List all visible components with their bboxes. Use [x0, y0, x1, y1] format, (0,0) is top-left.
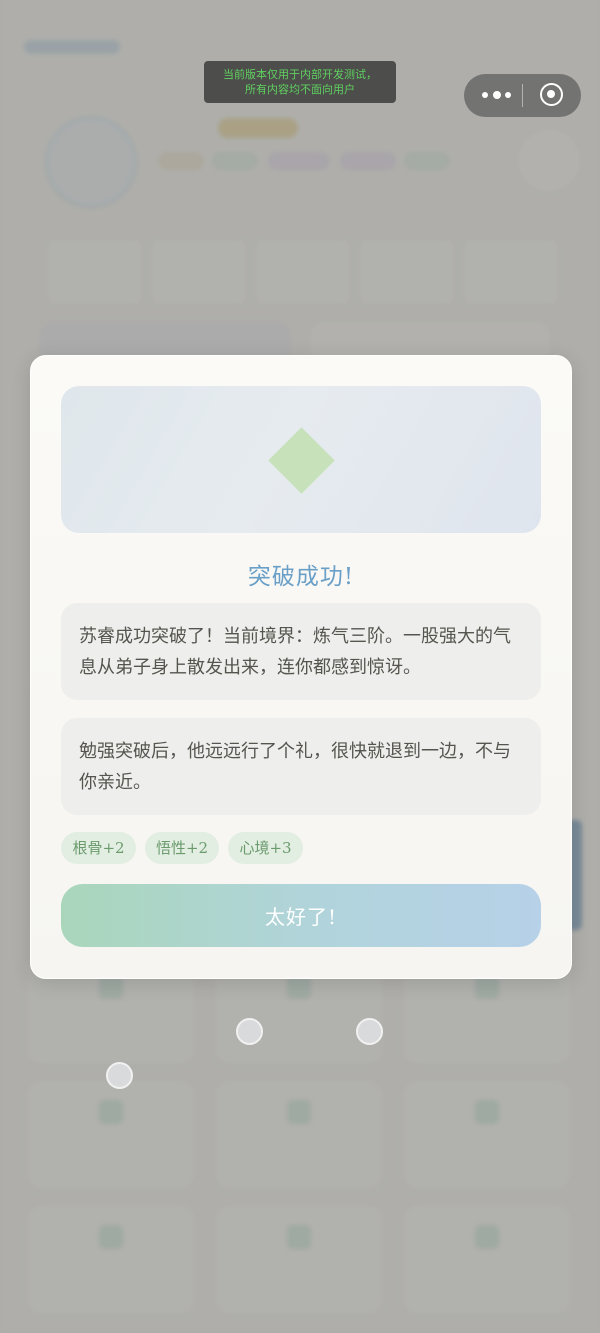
dev-notice: 当前版本仅用于内部开发测试， 所有内容均不面向用户: [204, 61, 396, 103]
touch-marker: [356, 1018, 383, 1045]
breakthrough-dialog: 突破成功! 苏睿成功突破了！当前境界：炼气三阶。一股强大的气息从弟子身上散发出来…: [30, 355, 572, 979]
touch-marker: [236, 1018, 263, 1045]
target-close-icon[interactable]: [540, 83, 563, 106]
capsule-divider: [522, 84, 523, 107]
message-card: 苏睿成功突破了！当前境界：炼气三阶。一股强大的气息从弟子身上散发出来，连你都感到…: [61, 603, 541, 700]
touch-marker: [106, 1062, 133, 1089]
dialog-title: 突破成功!: [247, 564, 355, 590]
dev-notice-line1: 当前版本仅用于内部开发测试，: [223, 68, 377, 81]
stat-tag-gengu: 根骨+2: [61, 832, 136, 864]
more-dots-icon[interactable]: [480, 85, 520, 105]
hero-banner: [61, 386, 541, 533]
stat-tag-xinjing: 心境+3: [228, 832, 303, 864]
miniprogram-capsule: [464, 74, 581, 117]
message-card: 勉强突破后，他远远行了个礼，很快就退到一边，不与你亲近。: [61, 718, 541, 815]
stat-tag-wuxing: 悟性+2: [145, 832, 219, 864]
diamond-icon: [268, 427, 335, 494]
confirm-button[interactable]: 太好了!: [61, 884, 541, 947]
dev-notice-line2: 所有内容均不面向用户: [245, 83, 355, 96]
